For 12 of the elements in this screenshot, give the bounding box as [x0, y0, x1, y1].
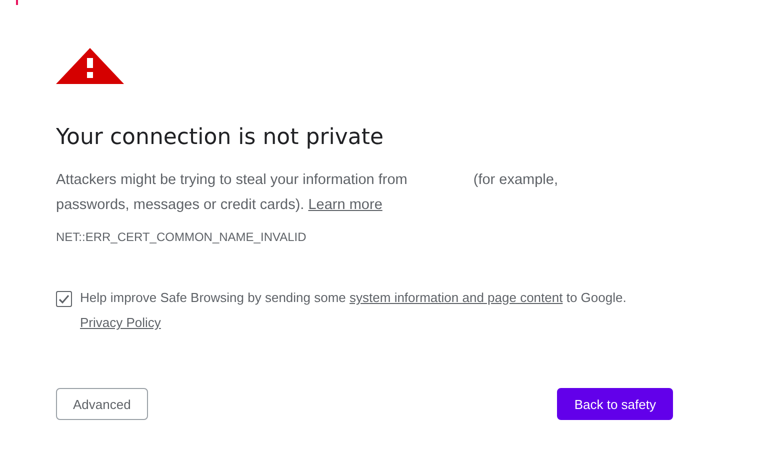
privacy-policy-link[interactable]: Privacy Policy [80, 315, 161, 330]
checkbox[interactable] [56, 291, 72, 307]
advanced-button[interactable]: Advanced [56, 388, 148, 420]
safe-browsing-text: Help improve Safe Browsing by sending some system information and page content to Google. Privacy Policy [80, 289, 626, 332]
system-information-link[interactable]: system information and page content [350, 290, 563, 305]
error-description: Attackers might be trying to steal your information from (for example, passwords, messages or credit cards). Learn more [56, 171, 559, 215]
warning-icon [56, 48, 124, 84]
edge-mark [16, 0, 18, 5]
error-code: NET::ERR_CERT_COMMON_NAME_INVALID [56, 230, 308, 244]
learn-more-link[interactable]: Learn more [308, 197, 382, 213]
back-to-safety-button[interactable]: Back to safety [557, 388, 673, 420]
page-title: Your connection is not private [56, 124, 385, 152]
